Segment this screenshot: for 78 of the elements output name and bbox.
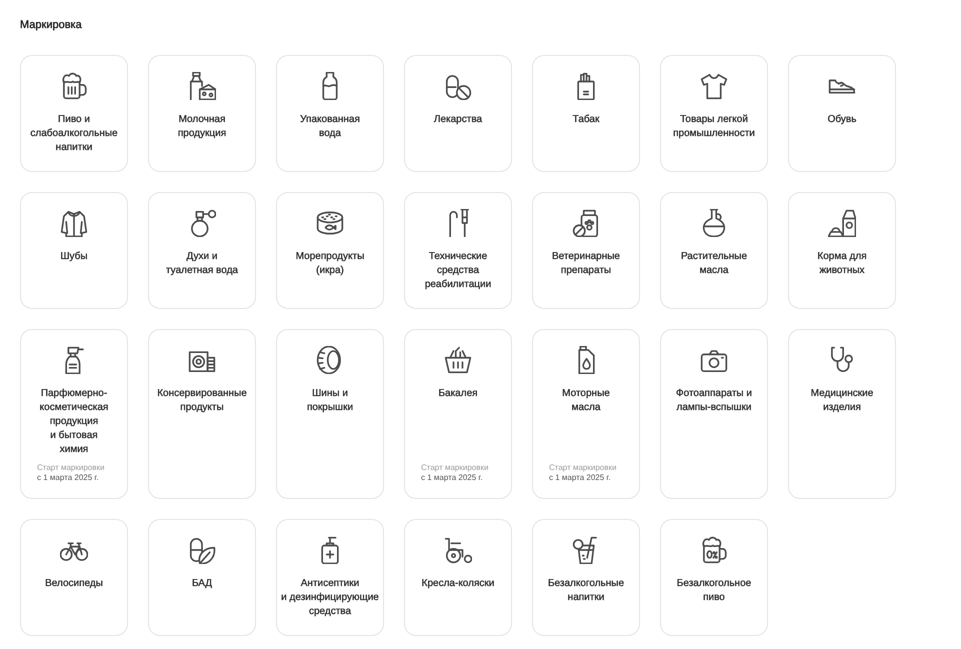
category-card[interactable]: Упакованная вода [276,55,384,172]
perfume-bottle-icon [188,209,216,237]
category-title: БАД [192,577,212,591]
category-card[interactable]: Велосипеды [20,519,128,636]
category-title: Табак [572,113,600,127]
category-title: Кресла-коляски [422,577,494,591]
category-title: Морепродукты (икра) [296,250,364,278]
category-card[interactable]: Лекарства [404,55,512,172]
category-title: Обувь [828,113,856,127]
category-title: Корма для животных [817,250,867,278]
category-card[interactable]: Бакалея Старт маркировки с 1 марта 2025 г. [404,329,512,499]
category-title: Моторные масла [562,387,610,415]
category-title: Велосипеды [45,577,103,591]
marking-start-date: с 1 марта 2025 г. [549,472,611,482]
category-title: Фотоаппараты и лампы-вспышки [676,387,752,415]
marking-start-date: с 1 марта 2025 г. [37,472,99,482]
category-title: Антисептики и дезинфицирующие средства [281,577,379,619]
category-title: Молочная продукция [178,113,226,141]
category-card[interactable]: БАД [148,519,256,636]
category-card[interactable]: Безалкогольные напитки [532,519,640,636]
stethoscope-icon [828,346,856,374]
category-card[interactable]: Моторные масла Старт маркировки с 1 марта 2025 г. [532,329,640,499]
category-title: Шины и покрышки [306,387,354,415]
fur-coat-icon [60,209,88,237]
marking-start-date: с 1 марта 2025 г. [421,472,483,482]
category-title: Консервированные продукты [157,387,247,415]
category-card[interactable]: Шины и покрышки [276,329,384,499]
t-shirt-icon [700,72,728,100]
category-title: Лекарства [434,113,482,127]
category-title: Шубы [60,250,88,264]
decanter-icon [700,209,728,237]
category-title: Растительные масла [680,250,748,278]
category-title: Духи и туалетная вода [166,250,238,278]
category-card[interactable]: Шубы [20,192,128,309]
category-title: Парфюмерно- косметическая продукция и бытовая химия [40,387,108,457]
category-card[interactable]: Фотоаппараты и лампы-вспышки [660,329,768,499]
tin-can-fish-icon [316,209,344,237]
category-card[interactable]: Ветеринарные препараты [532,192,640,309]
basket-icon [444,346,472,374]
category-title: Безалкогольное пиво [676,577,752,605]
category-card[interactable]: Антисептики и дезинфицирующие средства [276,519,384,636]
section-title: Маркировка [20,18,82,33]
category-title: Упакованная вода [300,113,360,141]
tire-icon [316,346,344,374]
category-card[interactable]: Технические средства реабилитации [404,192,512,309]
category-card[interactable]: Табак [532,55,640,172]
food-bag-bowl-icon [828,209,856,237]
category-card[interactable]: Пиво и слабоалкогольные напитки [20,55,128,172]
category-title: Ветеринарные препараты [552,250,620,278]
category-card[interactable]: Медицинские изделия [788,329,896,499]
category-title: Технические средства реабилитации [424,250,492,292]
category-title: Медицинские изделия [810,387,874,415]
drink-glass-icon [572,536,600,564]
category-card[interactable]: Корма для животных [788,192,896,309]
category-card[interactable]: Парфюмерно- косметическая продукция и бытовая химия Старт маркировки с 1 марта 2025 г. [20,329,128,499]
category-card[interactable]: Товары легкой промышленности [660,55,768,172]
capsule-leaf-icon [188,536,216,564]
milk-carton-cheese-icon [188,72,216,100]
marking-start-label: Старт маркировки [549,463,616,472]
category-title: Товары легкой промышленности [673,113,755,141]
marking-start-label: Старт маркировки [421,463,488,472]
marking-start-label: Старт маркировки [37,463,104,472]
category-title: Пиво и слабоалкогольные напитки [30,113,118,155]
category-card[interactable]: Растительные масла [660,192,768,309]
category-card[interactable]: Консервированные продукты [148,329,256,499]
jar-paw-pill-icon [572,209,600,237]
wheelchair-icon [444,536,472,564]
category-card[interactable]: Безалкогольное пиво [660,519,768,636]
category-card[interactable]: Молочная продукция [148,55,256,172]
category-card[interactable]: Духи и туалетная вода [148,192,256,309]
beer-mug-zero-icon [700,536,728,564]
category-title: Безалкогольные напитки [548,577,624,605]
category-card[interactable]: Кресла-коляски [404,519,512,636]
beer-mug-icon [60,72,88,100]
category-title: Бакалея [438,387,478,401]
category-card[interactable]: Обувь [788,55,896,172]
category-card[interactable]: Морепродукты (икра) [276,192,384,309]
capsule-tablet-icon [444,72,472,100]
